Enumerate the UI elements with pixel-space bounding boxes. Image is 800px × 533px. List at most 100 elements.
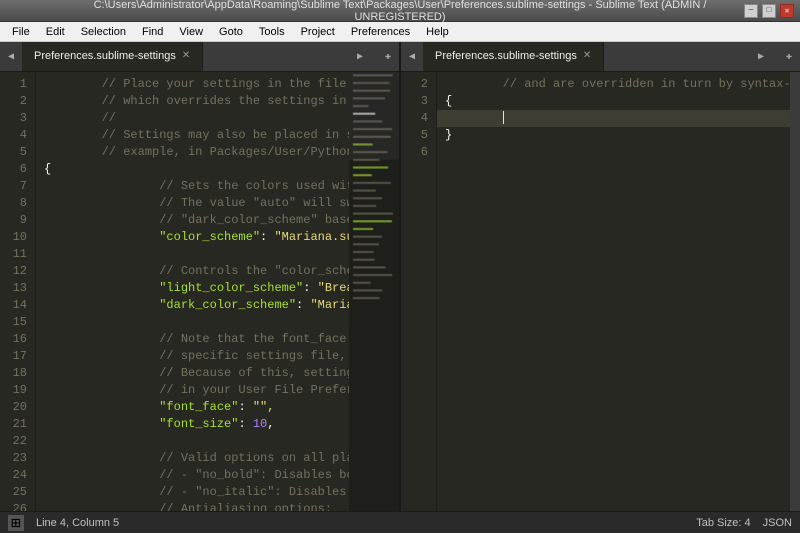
status-icon: ⊞	[8, 515, 24, 531]
code-line	[437, 144, 790, 161]
right-tab-preferences[interactable]: Preferences.sublime-settings ✕	[423, 42, 604, 71]
line-number: 6	[405, 144, 428, 161]
line-number: 4	[405, 110, 428, 127]
line-number: 19	[4, 382, 27, 399]
minimize-button[interactable]: ─	[744, 4, 758, 18]
code-line: // "dark_color_scheme" based on the oper…	[36, 212, 349, 229]
line-number: 14	[4, 297, 27, 314]
status-tab-size[interactable]: Tab Size: 4	[696, 517, 750, 529]
editor-area: 1234567891011121314151617181920212223242…	[0, 72, 800, 511]
left-panel-add[interactable]: ✚	[377, 42, 399, 71]
code-line: // example, in Packages/User/Python.subl…	[36, 144, 349, 161]
title-text: C:\Users\Administrator\AppData\Roaming\S…	[56, 0, 744, 23]
right-tab-label: Preferences.sublime-settings	[435, 50, 577, 62]
line-number: 5	[4, 144, 27, 161]
title-bar: C:\Users\Administrator\AppData\Roaming\S…	[0, 0, 800, 22]
maximize-button[interactable]: □	[762, 4, 776, 18]
right-panel-tabs: ◀ Preferences.sublime-settings ✕ ▶ ✚	[399, 42, 800, 71]
status-bar: ⊞ Line 4, Column 5 Tab Size: 4 JSON	[0, 511, 800, 533]
right-code-content[interactable]: // and are overridden in turn by syntax-…	[437, 72, 790, 511]
code-line: // Place your settings in the file "Pack…	[36, 76, 349, 93]
code-line: // Antialiasing options:	[36, 501, 349, 511]
right-scrollbar[interactable]	[790, 72, 800, 511]
right-panel-add[interactable]: ✚	[778, 42, 800, 71]
line-number: 26	[4, 501, 27, 511]
code-line: {	[36, 161, 349, 178]
left-tab-close[interactable]: ✕	[182, 50, 190, 61]
line-number: 15	[4, 314, 27, 331]
menu-item-tools[interactable]: Tools	[251, 22, 293, 41]
code-line: "color_scheme": "Mariana.sublime-color-s…	[36, 229, 349, 246]
line-number: 1	[4, 76, 27, 93]
code-line	[36, 433, 349, 450]
code-line: // Settings may also be placed in syntax…	[36, 127, 349, 144]
left-editor-panel[interactable]: 1234567891011121314151617181920212223242…	[0, 72, 399, 511]
line-number: 20	[4, 399, 27, 416]
menu-item-edit[interactable]: Edit	[38, 22, 73, 41]
menu-item-selection[interactable]: Selection	[73, 22, 134, 41]
code-line: // - "no_bold": Disables bold text	[36, 467, 349, 484]
menu-item-help[interactable]: Help	[418, 22, 457, 41]
code-line: "light_color_scheme": "Breakers.sublime-…	[36, 280, 349, 297]
line-number: 2	[405, 76, 428, 93]
line-number: 22	[4, 433, 27, 450]
code-line: // which overrides the settings in here.	[36, 93, 349, 110]
left-panel-prev-arrow[interactable]: ◀	[0, 42, 22, 71]
code-line: "font_size": 10,	[36, 416, 349, 433]
close-button[interactable]: ✕	[780, 4, 794, 18]
line-number: 3	[405, 93, 428, 110]
right-panel-next-arrow[interactable]: ▶	[750, 42, 772, 71]
code-line: // Valid options on all platforms are:	[36, 450, 349, 467]
menu-item-project[interactable]: Project	[293, 22, 343, 41]
menu-item-preferences[interactable]: Preferences	[343, 22, 418, 41]
right-panel-prev-arrow[interactable]: ◀	[401, 42, 423, 71]
line-number: 3	[4, 110, 27, 127]
code-line: // specific settings file, for example, …	[36, 348, 349, 365]
code-line	[437, 110, 790, 127]
line-number: 17	[4, 348, 27, 365]
status-right: Tab Size: 4 JSON	[696, 517, 792, 529]
code-line: }	[437, 127, 790, 144]
status-syntax[interactable]: JSON	[763, 517, 792, 529]
line-number: 11	[4, 246, 27, 263]
code-line: // Note that the font_face and font_size…	[36, 331, 349, 348]
code-line: //	[36, 110, 349, 127]
line-number: 25	[4, 484, 27, 501]
status-left: ⊞ Line 4, Column 5	[8, 515, 119, 531]
line-number: 7	[4, 178, 27, 195]
menu-item-view[interactable]: View	[171, 22, 211, 41]
line-number: 9	[4, 212, 27, 229]
window-controls[interactable]: ─ □ ✕	[744, 4, 794, 18]
line-number: 16	[4, 331, 27, 348]
line-number: 13	[4, 280, 27, 297]
menu-item-find[interactable]: Find	[134, 22, 171, 41]
menu-item-goto[interactable]: Goto	[211, 22, 251, 41]
menu-bar: FileEditSelectionFindViewGotoToolsProjec…	[0, 22, 800, 42]
line-number: 24	[4, 467, 27, 484]
code-line	[36, 314, 349, 331]
code-line: // - "no_italic": Disables italic text	[36, 484, 349, 501]
line-number: 4	[4, 127, 27, 144]
line-number: 5	[405, 127, 428, 144]
left-panel-tabs: ◀ Preferences.sublime-settings ✕ ▶ ✚	[0, 42, 399, 71]
menu-item-file[interactable]: File	[4, 22, 38, 41]
code-line: {	[437, 93, 790, 110]
code-line: // The value "auto" will switch between …	[36, 195, 349, 212]
code-line	[36, 246, 349, 263]
right-tab-close[interactable]: ✕	[583, 50, 591, 61]
right-editor-panel[interactable]: 23456 // and are overridden in turn by s…	[399, 72, 800, 511]
left-tab-label: Preferences.sublime-settings	[34, 50, 176, 62]
line-number: 8	[4, 195, 27, 212]
line-number: 23	[4, 450, 27, 467]
line-number: 10	[4, 229, 27, 246]
line-number: 12	[4, 263, 27, 280]
left-panel-next-arrow[interactable]: ▶	[349, 42, 371, 71]
status-position: Line 4, Column 5	[36, 517, 119, 529]
left-minimap[interactable]	[349, 72, 399, 511]
left-code-content[interactable]: // Place your settings in the file "Pack…	[36, 72, 349, 511]
code-line: "dark_color_scheme": "Mariana.sublime-co…	[36, 297, 349, 314]
line-number: 21	[4, 416, 27, 433]
code-line: // in your User File Preferences.	[36, 382, 349, 399]
left-tab-preferences[interactable]: Preferences.sublime-settings ✕	[22, 42, 203, 71]
line-number: 18	[4, 365, 27, 382]
